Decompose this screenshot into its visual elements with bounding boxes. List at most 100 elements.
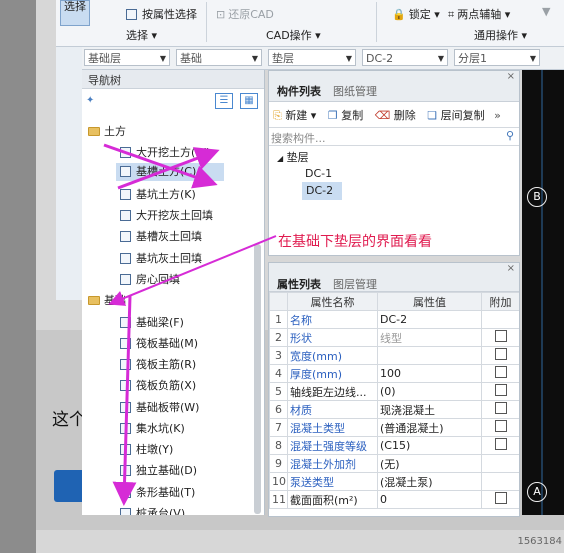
property-value[interactable]: (0)	[377, 382, 482, 401]
lock-button[interactable]: 🔒 锁定 ▾	[392, 6, 440, 22]
floor-select[interactable]: 基础层 ▼	[84, 49, 170, 66]
nav-item-column-pier[interactable]: 柱墩(Y)	[120, 441, 173, 457]
grid-view-icon[interactable]: ▦	[240, 93, 258, 109]
tree-node-cushion[interactable]: ◢ 垫层	[277, 149, 309, 165]
tab-layer-management[interactable]: 图层管理	[333, 276, 377, 292]
extra-checkbox[interactable]	[494, 366, 507, 378]
tab-property-list[interactable]: 属性列表	[277, 276, 321, 292]
close-icon[interactable]: ×	[507, 263, 515, 274]
property-value[interactable]: (无)	[377, 454, 482, 473]
nav-item-pile-cap[interactable]: 桩承台(V)	[120, 505, 185, 515]
property-value[interactable]: (普通混凝土)	[377, 418, 482, 437]
nav-item-foundation-strip[interactable]: 基础板带(W)	[120, 399, 199, 415]
property-row[interactable]: 9 混凝土外加剂 (无)	[269, 454, 519, 473]
nav-scrollbar[interactable]	[254, 244, 261, 514]
property-value[interactable]: (C15)	[377, 436, 482, 455]
property-row[interactable]: 3 宽度(mm)	[269, 346, 519, 365]
component-select[interactable]: DC-2 ▼	[362, 49, 448, 66]
tree-node-dc1[interactable]: DC-1	[305, 167, 332, 180]
property-row[interactable]: 8 混凝土强度等级 (C15)	[269, 436, 519, 455]
property-row[interactable]: 7 混凝土类型 (普通混凝土)	[269, 418, 519, 437]
nav-item-open-backfill[interactable]: 大开挖灰土回填	[120, 207, 213, 223]
nav-item-strip-foundation[interactable]: 条形基础(T)	[120, 484, 195, 500]
nav-item-raft-neg-rebar[interactable]: 筏板负筋(X)	[120, 377, 196, 393]
copy-button[interactable]: ❐ 复制	[328, 109, 363, 122]
nav-tree-title: 导航树	[88, 74, 121, 87]
group-cad-label[interactable]: CAD操作 ▾	[266, 27, 321, 43]
nav-item-foundation-beam[interactable]: 基础梁(F)	[120, 314, 184, 330]
property-value[interactable]: DC-2	[377, 310, 482, 329]
restore-cad-button[interactable]: ⊡ 还原CAD	[216, 6, 274, 22]
backfill-icon	[120, 253, 131, 264]
caret-down-icon[interactable]: ◢	[277, 154, 283, 163]
extra-cell	[481, 328, 519, 347]
group-common-label[interactable]: 通用操作 ▾	[474, 27, 527, 43]
property-row[interactable]: 2 形状 线型	[269, 328, 519, 347]
search-icon[interactable]: ⚲	[506, 129, 514, 142]
property-row[interactable]: 1 名称 DC-2	[269, 310, 519, 329]
nav-tree-panel: 导航树 ✦ ☰ ▦ 土方 大开挖土方(W) 基槽土方(C) 基坑土方(K) 大开…	[82, 70, 265, 515]
delete-button[interactable]: ⌫ 删除	[375, 109, 416, 122]
extra-checkbox[interactable]	[494, 438, 507, 450]
nav-item-raft-main-rebar[interactable]: 筏板主筋(R)	[120, 356, 196, 372]
attr-select-button[interactable]: 按属性选择	[126, 6, 197, 22]
more-icon[interactable]: »	[494, 109, 501, 122]
property-row[interactable]: 10 泵送类型 (混凝土泵)	[269, 472, 519, 491]
property-panel: 属性列表 图层管理 × 属性名称 属性值 附加 1 名称 DC-2 2 形状 线型 3 宽度(…	[268, 262, 520, 517]
property-value[interactable]	[377, 346, 482, 365]
component-search-input[interactable]: 搜索构件... ⚲	[269, 127, 519, 146]
tree-node-dc2[interactable]: DC-2	[302, 182, 342, 200]
drawing-canvas[interactable]	[522, 70, 564, 515]
property-value[interactable]: 100	[377, 364, 482, 383]
nav-item-trench-earth[interactable]: 基槽土方(C)	[116, 163, 224, 181]
property-table-header: 属性名称 属性值 附加	[269, 292, 519, 311]
select-button[interactable]: 选择	[60, 0, 90, 26]
sublayer-select[interactable]: 分层1 ▼	[454, 49, 540, 66]
property-row[interactable]: 4 厚度(mm) 100	[269, 364, 519, 383]
property-value[interactable]: (混凝土泵)	[377, 472, 482, 491]
layer-copy-button[interactable]: ❏ 层间复制	[427, 109, 484, 122]
component-type-select[interactable]: 垫层 ▼	[268, 49, 356, 66]
group-select-label[interactable]: 选择 ▾	[126, 27, 157, 43]
tab-component-list[interactable]: 构件列表	[277, 83, 321, 99]
nav-item-pit-earth[interactable]: 基坑土方(K)	[120, 186, 196, 202]
tab-drawing-management[interactable]: 图纸管理	[333, 83, 377, 99]
extra-checkbox[interactable]	[494, 492, 507, 504]
new-button[interactable]: ⎘ 新建 ▾	[273, 109, 316, 122]
chevron-down-icon: ▼	[529, 54, 536, 63]
ribbon-separator	[376, 2, 377, 42]
property-row[interactable]: 6 材质 现浇混凝土	[269, 400, 519, 419]
property-row[interactable]: 5 轴线距左边线... (0)	[269, 382, 519, 401]
filter-icon[interactable]: ▼	[542, 5, 550, 18]
axis-line	[541, 70, 543, 515]
nav-category-foundation[interactable]: 基础	[88, 292, 126, 308]
nav-item-trench-backfill[interactable]: 基槽灰土回填	[120, 228, 202, 244]
property-value[interactable]: 现浇混凝土	[377, 400, 482, 419]
col-extra-header: 附加	[481, 292, 519, 311]
restore-cad-icon: ⊡	[216, 8, 226, 21]
extra-checkbox[interactable]	[494, 348, 507, 360]
nav-item-isolated-foundation[interactable]: 独立基础(D)	[120, 462, 197, 478]
nav-category-earth[interactable]: 土方	[88, 123, 126, 139]
extra-checkbox[interactable]	[494, 420, 507, 432]
extra-checkbox[interactable]	[494, 384, 507, 396]
sparkle-icon[interactable]: ✦	[86, 95, 94, 106]
type-select[interactable]: 基础 ▼	[176, 49, 262, 66]
nav-item-open-excavation[interactable]: 大开挖土方(W)	[120, 144, 210, 160]
property-value[interactable]: 0	[377, 490, 482, 509]
copy-icon: ❐	[327, 109, 338, 122]
row-number: 9	[269, 454, 288, 473]
extra-cell	[481, 382, 519, 401]
property-value[interactable]: 线型	[377, 328, 482, 347]
property-row[interactable]: 11 截面面积(m²) 0	[269, 490, 519, 509]
nav-item-sump-pit[interactable]: 集水坑(K)	[120, 420, 185, 436]
extra-checkbox[interactable]	[494, 402, 507, 414]
nav-item-raft-foundation[interactable]: 筏板基础(M)	[120, 335, 198, 351]
extra-checkbox[interactable]	[494, 330, 507, 342]
nav-item-room-backfill[interactable]: 房心回填	[120, 271, 180, 287]
extra-cell	[481, 310, 519, 329]
list-view-icon[interactable]: ☰	[215, 93, 233, 109]
nav-item-pit-backfill[interactable]: 基坑灰土回填	[120, 250, 202, 266]
two-point-axis-button[interactable]: ⌗ 两点辅轴 ▾	[448, 6, 510, 22]
close-icon[interactable]: ×	[507, 71, 515, 82]
